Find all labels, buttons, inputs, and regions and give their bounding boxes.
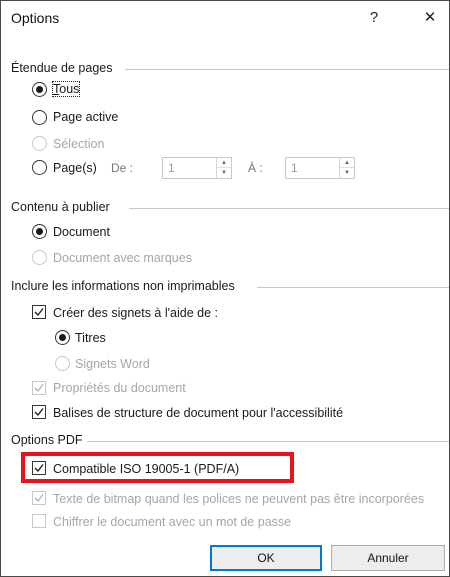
checkbox-bitmap-text	[32, 491, 46, 505]
page-range-divider	[125, 69, 449, 70]
spin-up-icon[interactable]: ▲	[217, 158, 231, 168]
title-bar: Options ? ✕	[1, 0, 449, 34]
non-printing-divider	[257, 287, 449, 288]
radio-document-markup	[32, 250, 47, 265]
help-icon[interactable]: ?	[359, 6, 389, 30]
radio-current-page[interactable]	[32, 110, 47, 125]
checkbox-encrypt-label: Chiffrer le document avec un mot de pass…	[53, 515, 292, 529]
checkbox-structure-tags[interactable]	[32, 405, 46, 419]
close-icon[interactable]: ✕	[415, 6, 445, 30]
spin-down-icon[interactable]: ▼	[217, 168, 231, 178]
pdf-options-heading: Options PDF	[11, 433, 83, 447]
radio-all-pages-label[interactable]: Tous	[51, 81, 81, 97]
publish-heading: Contenu à publier	[11, 200, 110, 214]
radio-word-bookmarks-label: Signets Word	[75, 357, 150, 371]
radio-selection-label: Sélection	[53, 137, 105, 151]
radio-document[interactable]	[32, 224, 47, 239]
page-range-heading: Étendue de pages	[11, 61, 113, 75]
highlight-box	[21, 452, 294, 483]
spin-up-icon[interactable]: ▲	[340, 158, 354, 168]
checkbox-encrypt	[32, 514, 46, 528]
radio-all-pages[interactable]	[32, 82, 47, 97]
cancel-button[interactable]: Annuler	[331, 545, 445, 571]
radio-word-bookmarks	[55, 356, 70, 371]
radio-selection	[32, 136, 47, 151]
checkbox-bitmap-text-label: Texte de bitmap quand les polices ne peu…	[53, 492, 425, 506]
radio-pages-label[interactable]: Page(s)	[53, 161, 97, 175]
spin-down-icon[interactable]: ▼	[340, 168, 354, 178]
to-page-stepper[interactable]: 1 ▲ ▼	[285, 157, 355, 179]
radio-headings-label[interactable]: Titres	[75, 331, 106, 345]
checkbox-structure-tags-label[interactable]: Balises de structure de document pour l'…	[53, 406, 343, 420]
pdf-options-divider	[87, 441, 449, 442]
checkbox-create-bookmarks-label[interactable]: Créer des signets à l'aide de :	[53, 306, 218, 320]
dialog-title: Options	[11, 10, 60, 26]
non-printing-heading: Inclure les informations non imprimables	[11, 279, 235, 293]
radio-document-label[interactable]: Document	[53, 225, 110, 239]
ok-button[interactable]: OK	[210, 545, 322, 571]
radio-document-markup-label: Document avec marques	[53, 251, 192, 265]
options-dialog: Options ? ✕ Étendue de pages Tous Page a…	[0, 0, 450, 577]
checkbox-create-bookmarks[interactable]	[32, 305, 46, 319]
publish-divider	[129, 208, 449, 209]
radio-current-page-label[interactable]: Page active	[53, 110, 118, 124]
radio-pages[interactable]	[32, 160, 47, 175]
to-page-value: 1	[291, 161, 298, 175]
to-label: À :	[248, 161, 263, 175]
radio-headings[interactable]	[55, 330, 70, 345]
checkbox-doc-properties-label: Propriétés du document	[53, 381, 186, 395]
from-label: De :	[111, 161, 134, 175]
from-page-stepper[interactable]: 1 ▲ ▼	[162, 157, 232, 179]
from-page-value: 1	[168, 161, 175, 175]
checkbox-doc-properties	[32, 381, 46, 395]
